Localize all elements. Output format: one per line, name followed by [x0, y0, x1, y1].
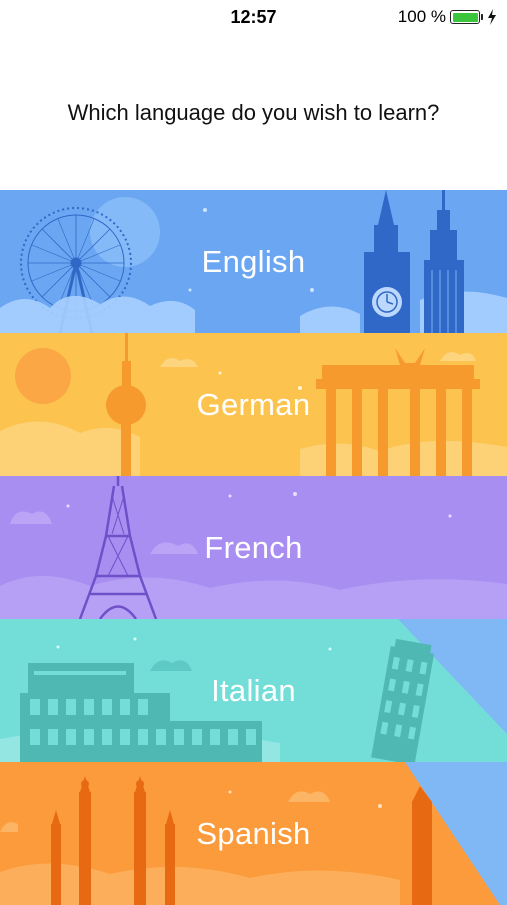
language-label-english: English — [201, 243, 306, 279]
language-list: English German French Italian Spanish — [0, 190, 507, 905]
charging-icon — [488, 9, 496, 25]
status-bar: 12:57 100 % — [0, 0, 507, 34]
battery-status: 100 % — [397, 7, 497, 26]
battery-icon — [450, 10, 480, 24]
language-option-english[interactable]: English — [0, 190, 507, 333]
language-label-german: German — [196, 386, 311, 422]
language-option-french[interactable]: French — [0, 476, 507, 619]
language-label-italian: Italian — [211, 672, 296, 708]
language-option-spanish[interactable]: Spanish — [0, 762, 507, 905]
language-label-spanish: Spanish — [196, 815, 311, 851]
language-label-french: French — [204, 529, 303, 565]
language-option-italian[interactable]: Italian — [0, 619, 507, 762]
language-option-german[interactable]: German — [0, 333, 507, 476]
page-title: Which language do you wish to learn? — [67, 100, 440, 125]
battery-percentage: 100 % — [397, 7, 446, 26]
